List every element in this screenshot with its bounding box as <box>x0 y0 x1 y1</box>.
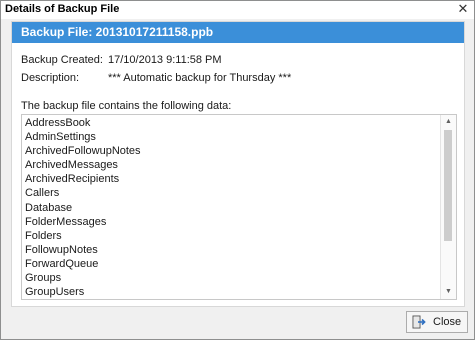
backup-file-header: Backup File: 20131017211158.ppb <box>12 22 464 43</box>
details-panel: Backup File: 20131017211158.ppb Backup C… <box>11 21 465 307</box>
backup-created-label: Backup Created: <box>21 54 103 66</box>
list-item[interactable]: ForwardQueue <box>25 257 437 271</box>
list-item[interactable]: AdminSettings <box>25 130 437 144</box>
list-item[interactable]: ArchivedFollowupNotes <box>25 144 437 158</box>
scroll-down-icon[interactable]: ▼ <box>441 285 456 299</box>
close-button-label: Close <box>433 316 462 328</box>
window-title: Details of Backup File <box>5 3 120 15</box>
exit-icon <box>412 315 426 329</box>
list-item[interactable]: Groups <box>25 271 437 285</box>
list-item[interactable]: ArchivedMessages <box>25 158 437 172</box>
data-list-label: The backup file contains the following d… <box>21 100 232 112</box>
backup-file-title: Backup File: 20131017211158.ppb <box>21 25 214 39</box>
list-item[interactable]: Folders <box>25 229 437 243</box>
list-item[interactable]: ArchivedRecipients <box>25 172 437 186</box>
scroll-thumb[interactable] <box>444 130 452 241</box>
data-tables-list[interactable]: AddressBook AdminSettings ArchivedFollow… <box>21 114 457 300</box>
vertical-scrollbar[interactable]: ▲ ▼ <box>440 115 456 299</box>
description-value: *** Automatic backup for Thursday *** <box>108 72 292 84</box>
backup-created-value: 17/10/2013 9:11:58 PM <box>108 54 222 66</box>
list-item[interactable]: Database <box>25 201 437 215</box>
scroll-up-icon[interactable]: ▲ <box>441 115 456 129</box>
window-close-icon[interactable]: ✕ <box>456 2 470 16</box>
list-item[interactable]: FollowupNotes <box>25 243 437 257</box>
list-item[interactable]: Callers <box>25 186 437 200</box>
description-label: Description: <box>21 72 80 84</box>
list-item[interactable]: GroupUsers <box>25 285 437 299</box>
title-bar: Details of Backup File ✕ <box>1 1 474 19</box>
close-button[interactable]: Close <box>406 311 468 333</box>
data-tables-items: AddressBook AdminSettings ArchivedFollow… <box>25 116 437 299</box>
list-item[interactable]: FolderMessages <box>25 215 437 229</box>
list-item[interactable]: AddressBook <box>25 116 437 130</box>
backup-details-dialog: Details of Backup File ✕ Backup File: 20… <box>0 0 475 340</box>
